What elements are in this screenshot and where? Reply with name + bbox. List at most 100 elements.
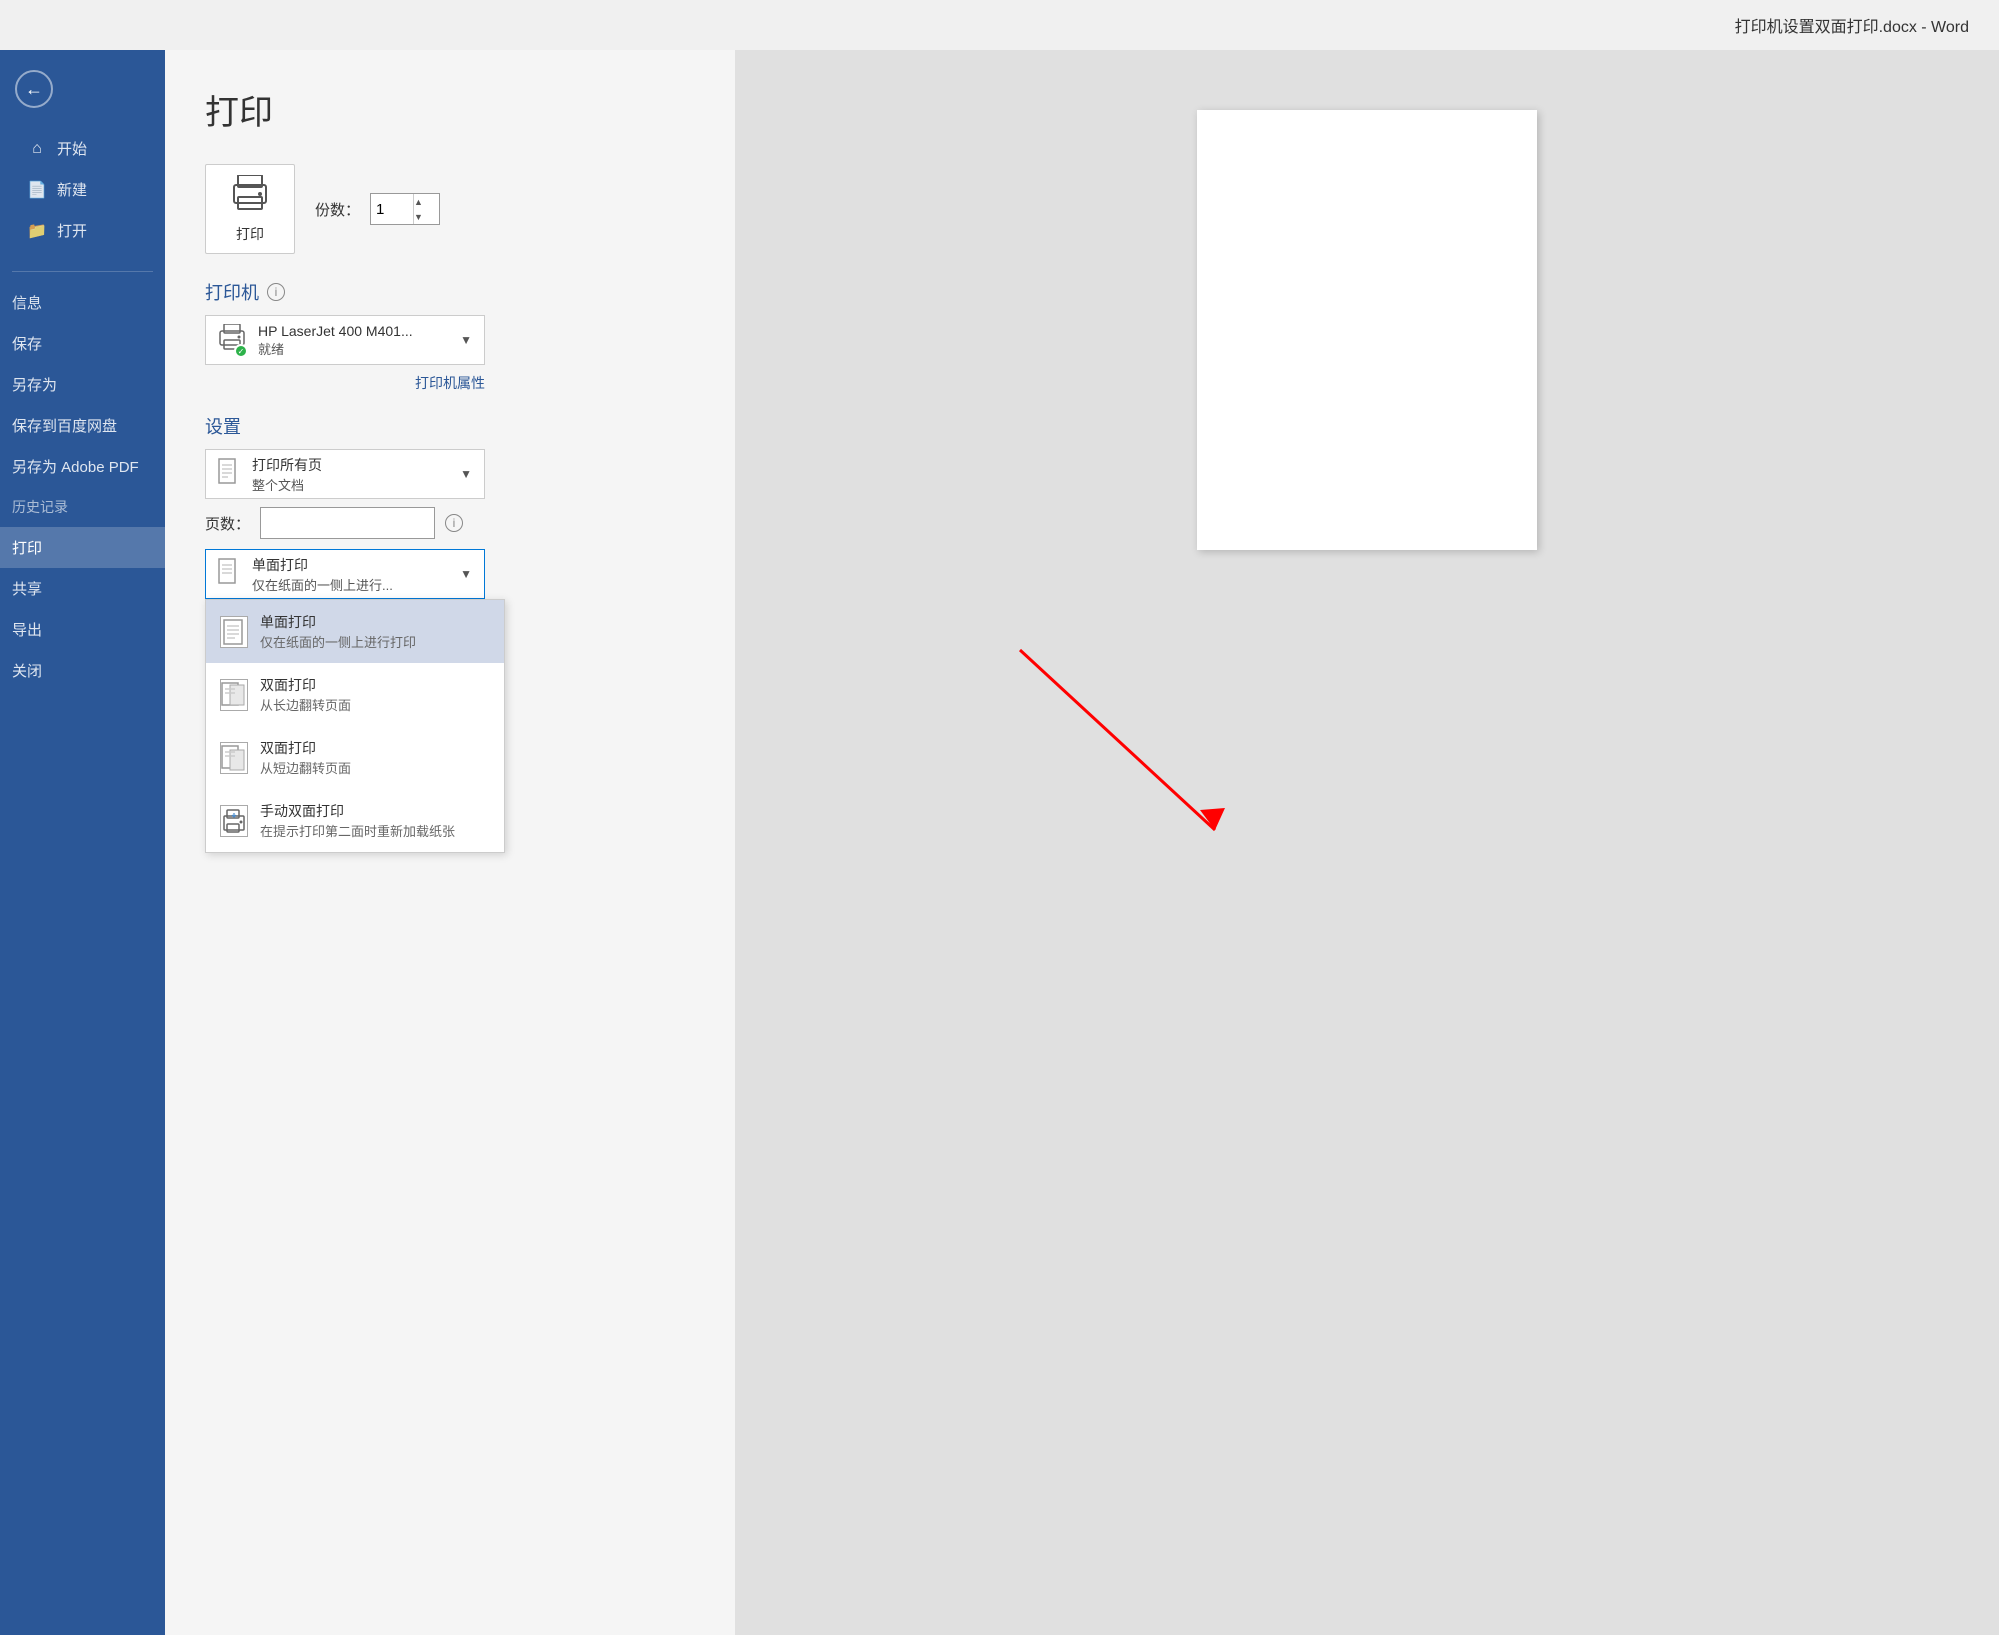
- sidebar-item-new[interactable]: 📄 新建: [15, 169, 150, 210]
- sidebar-item-home[interactable]: ⌂ 开始: [15, 128, 150, 169]
- manual-duplex-sub: 在提示打印第二面时重新加载纸张: [260, 821, 455, 840]
- print-type-option-duplex-short-text: 双面打印 从短边翻转页面: [260, 738, 351, 777]
- printer-properties-link[interactable]: 打印机属性: [205, 373, 485, 393]
- page-range-sub: 整个文档: [252, 475, 460, 494]
- sidebar-section: 信息 保存 另存为 保存到百度网盘 另存为 Adobe PDF 历史记录 打印 …: [0, 277, 165, 696]
- print-button[interactable]: 打印: [205, 164, 295, 254]
- print-type-option-manual[interactable]: 手动双面打印 在提示打印第二面时重新加载纸张: [206, 789, 504, 852]
- page-preview: [1197, 110, 1537, 550]
- copies-up-arrow[interactable]: ▲: [414, 194, 423, 209]
- preview-area: [735, 50, 1999, 1635]
- print-type-icon: [218, 558, 240, 590]
- print-type-option-single-text: 单面打印 仅在纸面的一侧上进行打印: [260, 612, 416, 651]
- print-button-label: 打印: [236, 224, 264, 244]
- sidebar-item-export-label: 导出: [12, 619, 42, 640]
- manual-duplex-icon: [220, 805, 248, 837]
- duplex-short-title: 双面打印: [260, 738, 351, 758]
- sidebar-item-adobe[interactable]: 另存为 Adobe PDF: [0, 446, 165, 487]
- sidebar-item-print-label: 打印: [12, 537, 42, 558]
- sidebar-item-share-label: 共享: [12, 578, 42, 599]
- print-type-option-duplex-long[interactable]: 双面打印 从长边翻转页面: [206, 663, 504, 726]
- printer-dropdown-arrow-icon: ▼: [460, 333, 472, 347]
- sidebar-item-close[interactable]: 关闭: [0, 650, 165, 691]
- pages-input[interactable]: [260, 507, 435, 539]
- print-type-title: 单面打印: [252, 555, 460, 575]
- duplex-short-icon: [220, 742, 248, 774]
- printer-select[interactable]: HP LaserJet 400 M401... 就绪 ▼: [205, 315, 485, 365]
- sidebar-item-open-label: 打开: [57, 220, 87, 241]
- sidebar-item-save[interactable]: 保存: [0, 323, 165, 364]
- print-type-dropdown: 单面打印 仅在纸面的一侧上进行打印: [205, 599, 505, 853]
- sidebar-item-close-label: 关闭: [12, 660, 42, 681]
- sidebar-item-share[interactable]: 共享: [0, 568, 165, 609]
- duplex-long-sub: 从长边翻转页面: [260, 695, 351, 714]
- sidebar-top: ← ⌂ 开始 📄 新建 📁 打开: [0, 50, 165, 266]
- print-type-option-manual-text: 手动双面打印 在提示打印第二面时重新加载纸张: [260, 801, 455, 840]
- single-print-sub: 仅在纸面的一侧上进行打印: [260, 632, 416, 651]
- sidebar-item-save-label: 保存: [12, 333, 42, 354]
- sidebar-item-baidu-label: 保存到百度网盘: [12, 415, 117, 436]
- main-content: 打印 打印: [165, 50, 1999, 1635]
- sidebar-item-open[interactable]: 📁 打开: [15, 210, 150, 251]
- settings-panel: 打印 打印: [165, 50, 735, 1635]
- title-bar-text: 打印机设置双面打印.docx - Word: [1735, 13, 1969, 37]
- settings-section-label: 设置: [205, 413, 241, 439]
- copies-down-arrow[interactable]: ▼: [414, 209, 423, 224]
- page-range-icon: [218, 458, 240, 490]
- sidebar-item-history[interactable]: 历史记录: [0, 487, 165, 527]
- spinner-arrows: ▲ ▼: [413, 194, 423, 224]
- sidebar-item-adobe-label: 另存为 Adobe PDF: [12, 456, 139, 477]
- duplex-long-title: 双面打印: [260, 675, 351, 695]
- print-type-option-single[interactable]: 单面打印 仅在纸面的一侧上进行打印: [206, 600, 504, 663]
- app-body: ← ⌂ 开始 📄 新建 📁 打开 信息 保存: [0, 50, 1999, 1635]
- printer-status-dot: [234, 344, 248, 358]
- print-type-container: 单面打印 仅在纸面的一侧上进行... ▼: [205, 549, 485, 599]
- printer-status: 就绪: [258, 339, 460, 358]
- home-icon: ⌂: [27, 140, 47, 158]
- printer-icon: [218, 324, 246, 356]
- print-type-arrow-icon: ▼: [460, 567, 472, 581]
- copies-input[interactable]: [371, 194, 413, 224]
- print-type-option-duplex-long-text: 双面打印 从长边翻转页面: [260, 675, 351, 714]
- printer-info-icon[interactable]: i: [267, 283, 285, 301]
- sidebar-item-export[interactable]: 导出: [0, 609, 165, 650]
- sidebar-item-info-label: 信息: [12, 292, 42, 313]
- folder-icon: 📁: [27, 221, 47, 241]
- printer-section-label: 打印机: [205, 279, 259, 305]
- copies-area: 份数： ▲ ▼: [315, 193, 440, 225]
- page-range-title: 打印所有页: [252, 455, 460, 475]
- printer-info: HP LaserJet 400 M401... 就绪: [258, 323, 460, 358]
- sidebar-item-print[interactable]: 打印: [0, 527, 165, 568]
- page-range-dropdown[interactable]: 打印所有页 整个文档 ▼: [205, 449, 485, 499]
- print-type-sub: 仅在纸面的一侧上进行...: [252, 575, 460, 594]
- pages-label: 页数：: [205, 513, 250, 534]
- sidebar-item-info[interactable]: 信息: [0, 282, 165, 323]
- print-button-area: 打印 份数： ▲ ▼: [205, 164, 695, 254]
- print-type-selected[interactable]: 单面打印 仅在纸面的一侧上进行... ▼: [205, 549, 485, 599]
- sidebar: ← ⌂ 开始 📄 新建 📁 打开 信息 保存: [0, 50, 165, 1635]
- page-title: 打印: [205, 85, 695, 134]
- sidebar-item-baidu[interactable]: 保存到百度网盘: [0, 405, 165, 446]
- sidebar-divider: [12, 271, 153, 272]
- copies-label: 份数：: [315, 199, 360, 220]
- back-button[interactable]: ←: [15, 70, 53, 108]
- sidebar-item-saveas[interactable]: 另存为: [0, 364, 165, 405]
- page-range-info: 打印所有页 整个文档: [252, 455, 460, 494]
- new-doc-icon: 📄: [27, 180, 47, 200]
- duplex-long-icon: [220, 679, 248, 711]
- duplex-short-sub: 从短边翻转页面: [260, 758, 351, 777]
- single-print-title: 单面打印: [260, 612, 416, 632]
- pages-row: 页数： i: [205, 507, 695, 539]
- sidebar-item-saveas-label: 另存为: [12, 374, 57, 395]
- print-type-option-duplex-short[interactable]: 双面打印 从短边翻转页面: [206, 726, 504, 789]
- back-arrow-icon: ←: [25, 79, 43, 100]
- single-side-icon: [220, 616, 248, 648]
- copies-spinner: ▲ ▼: [370, 193, 440, 225]
- settings-section-heading: 设置: [205, 413, 695, 439]
- pages-info-icon[interactable]: i: [445, 514, 463, 532]
- printer-large-icon: [230, 175, 270, 219]
- page-range-arrow-icon: ▼: [460, 467, 472, 481]
- sidebar-item-home-label: 开始: [57, 138, 87, 159]
- printer-section-heading: 打印机 i: [205, 279, 695, 305]
- printer-name: HP LaserJet 400 M401...: [258, 323, 460, 339]
